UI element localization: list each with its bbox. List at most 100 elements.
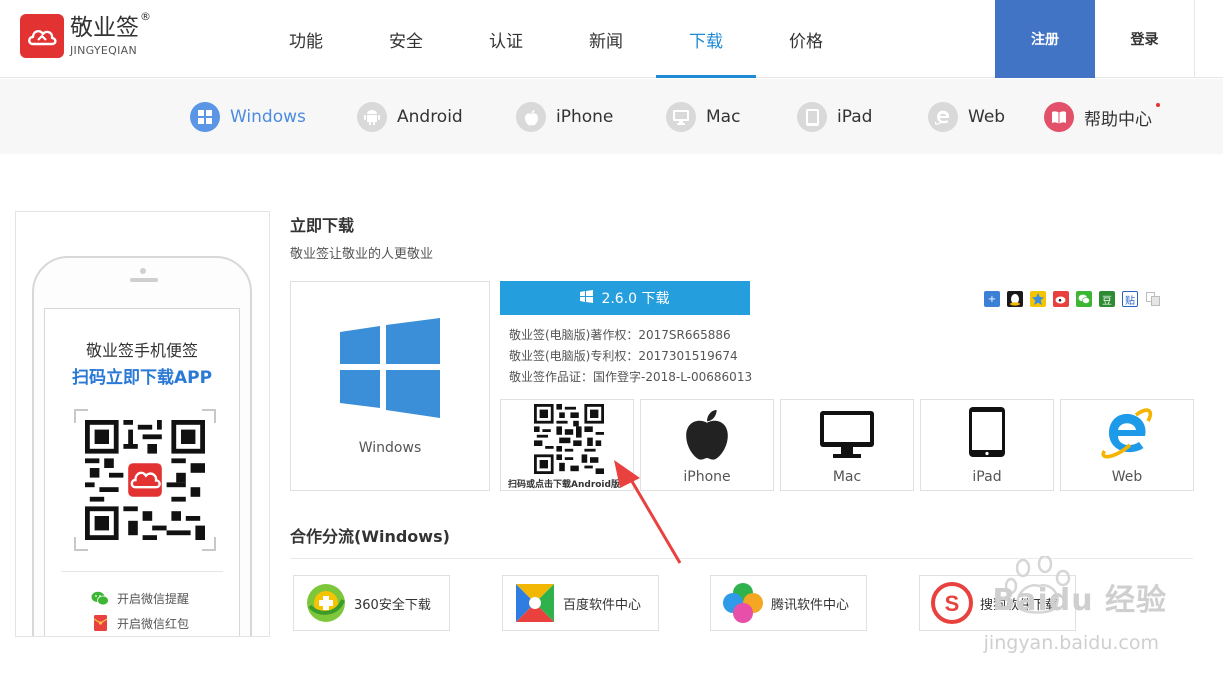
baidu-soft-icon xyxy=(513,581,557,625)
tab-label: Windows xyxy=(230,107,306,127)
windows-logo-icon xyxy=(340,318,440,418)
section-description: 敬业签让敬业的人更敬业 xyxy=(290,247,434,262)
partner-label: 360安全下载 xyxy=(354,597,431,613)
tablet-icon xyxy=(969,407,1005,457)
360-icon xyxy=(304,581,348,625)
link-label: 开启微信提醒 xyxy=(117,591,190,606)
tab-label: iPad xyxy=(837,107,873,127)
nav-certification[interactable]: 认证 xyxy=(456,0,556,78)
partner-label: 百度软件中心 xyxy=(563,597,642,613)
nav-download[interactable]: 下载 xyxy=(656,0,756,78)
copy-icon[interactable] xyxy=(1145,291,1161,307)
download-button-label: 2.6.0 下载 xyxy=(601,291,670,307)
tablet-icon xyxy=(797,102,827,132)
web-platform-card[interactable]: Web xyxy=(1060,399,1194,491)
wechat-reminder-link[interactable]: 开启微信提醒 xyxy=(91,589,189,607)
tab-web[interactable]: Web xyxy=(928,101,1005,133)
baidu-watermark: Baidu 经验 xyxy=(992,583,1167,618)
cloud-logo-icon xyxy=(20,14,64,58)
tab-help-center[interactable]: 帮助中心 xyxy=(1044,101,1160,133)
qzone-icon[interactable] xyxy=(1030,291,1046,307)
nav-news[interactable]: 新闻 xyxy=(556,0,656,78)
nav-features[interactable]: 功能 xyxy=(256,0,356,78)
card-label: iPhone xyxy=(683,469,731,485)
phone-promo-panel: 敬业签手机便签 扫码立即下载APP 开启微信提醒 开启微信红包 xyxy=(15,211,270,637)
registered-mark: ® xyxy=(140,9,151,23)
qr-code-icon xyxy=(85,420,205,540)
brand-name: 敬业签 xyxy=(70,14,139,41)
tab-label: Android xyxy=(397,107,463,127)
patent-info: 敬业签(电脑版)专利权：2017301519674 xyxy=(509,349,738,363)
ie-icon xyxy=(928,102,958,132)
tab-ipad[interactable]: iPad xyxy=(797,101,872,133)
partner-baidu[interactable]: 百度软件中心 xyxy=(502,575,659,631)
mac-platform-card[interactable]: Mac xyxy=(780,399,914,491)
partner-label: 腾讯软件中心 xyxy=(771,597,850,613)
baidu-watermark-url: jingyan.baidu.com xyxy=(983,632,1159,654)
windows-platform-card[interactable]: Windows xyxy=(290,281,490,491)
tab-windows[interactable]: Windows xyxy=(190,101,306,133)
main-nav: 功能 安全 认证 新闻 下载 价格 xyxy=(256,0,856,78)
partners-title: 合作分流(Windows) xyxy=(290,527,450,546)
tab-label: 帮助中心 xyxy=(1084,109,1152,130)
tieba-icon[interactable]: 贴 xyxy=(1122,291,1138,307)
top-navbar: 敬业签 ® JINGYEQIAN 功能 安全 认证 新闻 下载 价格 注册 登录 xyxy=(0,0,1223,78)
partner-360[interactable]: 360安全下载 xyxy=(293,575,450,631)
card-label: Mac xyxy=(832,469,862,485)
copyright-info: 敬业签(电脑版)著作权：2017SR665886 xyxy=(509,328,731,342)
iphone-platform-card[interactable]: iPhone xyxy=(640,399,774,491)
ipad-platform-card[interactable]: iPad xyxy=(920,399,1054,491)
tencent-soft-icon xyxy=(721,581,765,625)
tab-android[interactable]: Android xyxy=(357,101,463,133)
notification-dot xyxy=(1156,103,1160,107)
nav-security[interactable]: 安全 xyxy=(356,0,456,78)
brand-name-en: JINGYEQIAN xyxy=(70,43,138,57)
phone-mockup: 敬业签手机便签 扫码立即下载APP 开启微信提醒 开启微信红包 xyxy=(32,256,252,636)
android-icon xyxy=(357,102,387,132)
phone-speaker xyxy=(130,278,158,282)
windows-icon xyxy=(190,102,220,132)
svg-text:S: S xyxy=(945,591,960,616)
android-qr-card[interactable]: 扫码或点击下载Android版 xyxy=(500,399,634,491)
tab-iphone[interactable]: iPhone xyxy=(516,101,613,133)
book-icon xyxy=(1044,102,1074,132)
tab-label: iPhone xyxy=(556,107,614,127)
share-bar: + 豆 贴 xyxy=(984,291,1168,307)
phone-screen: 敬业签手机便签 扫码立即下载APP 开启微信提醒 开启微信红包 xyxy=(44,308,240,636)
card-label: iPad xyxy=(972,469,1002,485)
phone-title: 敬业签手机便签 xyxy=(85,341,198,360)
partner-tencent[interactable]: 腾讯软件中心 xyxy=(710,575,867,631)
monitor-icon xyxy=(820,411,874,458)
apple-icon xyxy=(686,410,728,460)
platform-tabs: Windows Android iPhone Mac iPad Web 帮助中心 xyxy=(0,79,1223,154)
share-plus-icon[interactable]: + xyxy=(984,291,1000,307)
qr-code-icon xyxy=(534,404,604,474)
wechat-red-packet-link[interactable]: 开启微信红包 xyxy=(91,614,189,632)
phone-subtitle: 扫码立即下载APP xyxy=(71,368,213,388)
work-certificate-info: 敬业签作品证：国作登字-2018-L-00686013 xyxy=(509,370,753,384)
download-button[interactable]: 2.6.0 下载 xyxy=(500,281,750,315)
windows-icon xyxy=(580,289,594,307)
ie-icon xyxy=(1101,408,1153,459)
qq-icon[interactable] xyxy=(1007,291,1023,307)
phone-camera xyxy=(140,268,146,274)
red-packet-icon xyxy=(91,615,109,631)
monitor-icon xyxy=(666,102,696,132)
card-label: Web xyxy=(1111,469,1143,485)
tab-mac[interactable]: Mac xyxy=(666,101,740,133)
wechat-icon[interactable] xyxy=(1076,291,1092,307)
nav-pricing[interactable]: 价格 xyxy=(756,0,856,78)
login-button[interactable]: 登录 xyxy=(1095,0,1195,78)
apple-icon xyxy=(516,102,546,132)
qr-card-label: 扫码或点击下载Android版 xyxy=(508,480,620,490)
douban-icon[interactable]: 豆 xyxy=(1099,291,1115,307)
tab-label: Web xyxy=(968,107,1006,127)
app-qr-code[interactable] xyxy=(74,409,216,551)
weibo-icon[interactable] xyxy=(1053,291,1069,307)
link-label: 开启微信红包 xyxy=(117,616,190,631)
brand-logo[interactable]: 敬业签 ® JINGYEQIAN xyxy=(20,11,151,58)
phone-divider xyxy=(61,571,223,572)
tab-label: Mac xyxy=(706,107,741,127)
register-button[interactable]: 注册 xyxy=(995,0,1095,78)
sogou-icon: S xyxy=(930,581,974,625)
